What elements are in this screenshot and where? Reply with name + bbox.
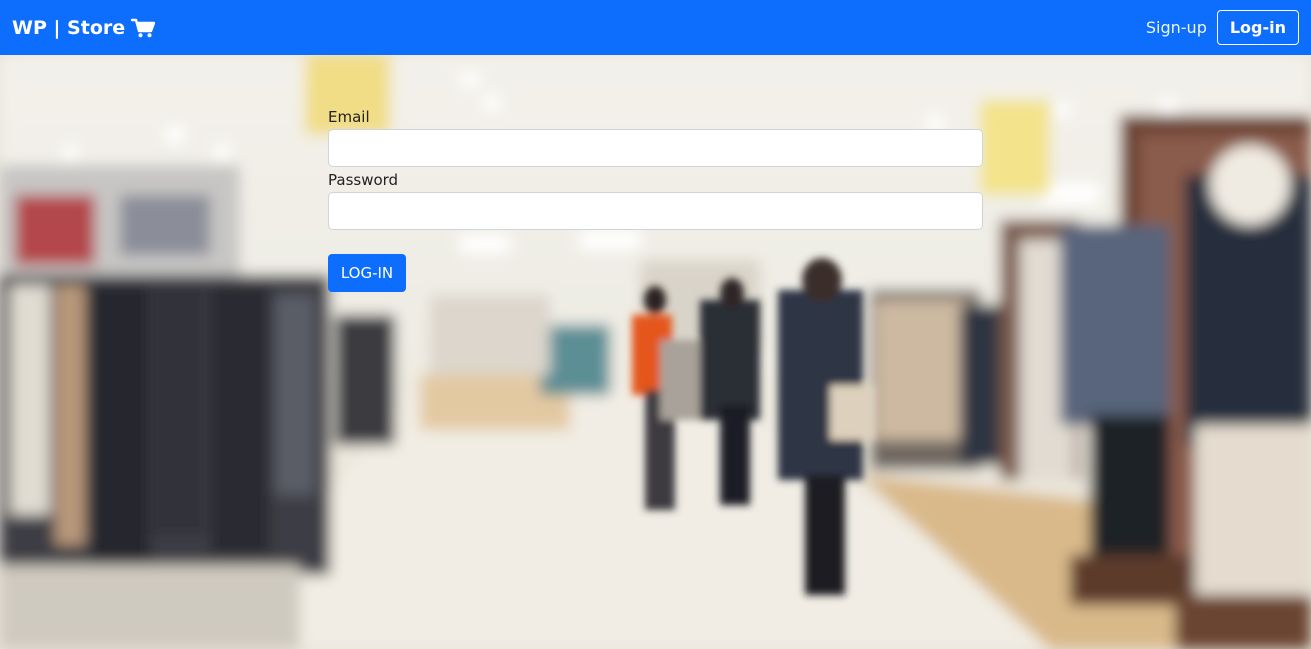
signup-link[interactable]: Sign-up <box>1146 18 1207 37</box>
page: WP | Store Sign-up Log-in Email Password… <box>0 0 1311 649</box>
email-label: Email <box>328 108 370 126</box>
password-field[interactable] <box>328 192 983 230</box>
brand-text: WP | Store <box>12 16 126 39</box>
login-form: Email Password LOG-IN <box>328 108 983 292</box>
brand-link[interactable]: WP | Store <box>12 16 156 39</box>
login-submit-button[interactable]: LOG-IN <box>328 254 406 292</box>
navbar: WP | Store Sign-up Log-in <box>0 0 1311 55</box>
login-nav-button[interactable]: Log-in <box>1216 10 1299 45</box>
password-label: Password <box>328 171 399 189</box>
nav-actions: Sign-up Log-in <box>1146 10 1299 45</box>
email-field[interactable] <box>328 129 983 167</box>
shopping-cart-icon <box>131 18 156 38</box>
